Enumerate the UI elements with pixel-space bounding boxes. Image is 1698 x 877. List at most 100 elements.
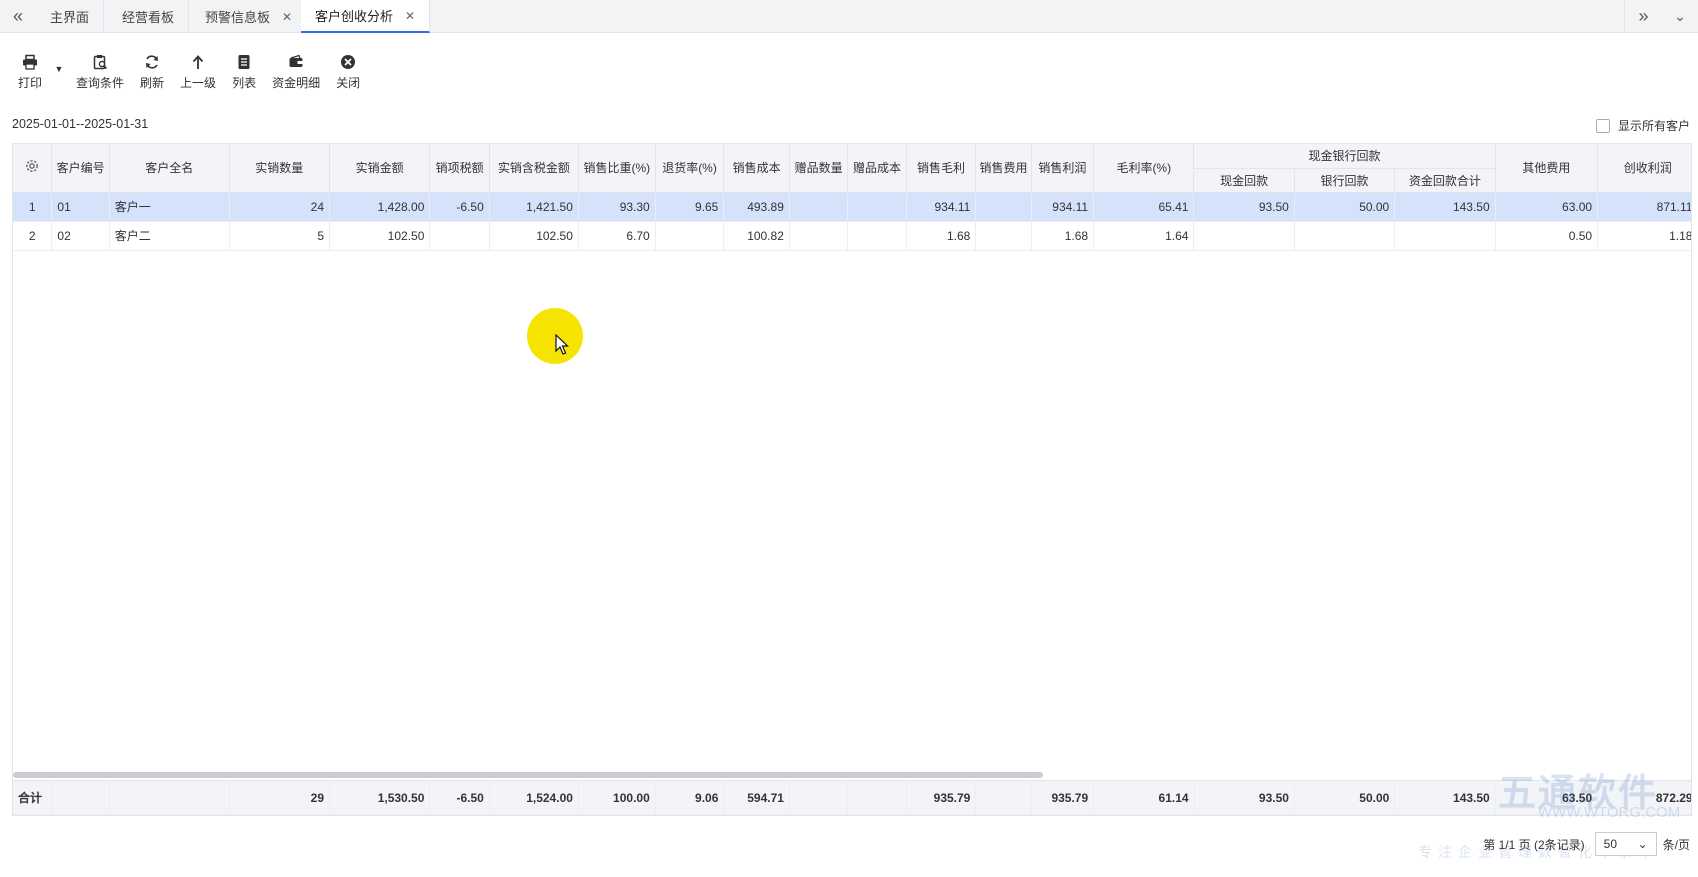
header-total-recv[interactable]: 资金回款合计	[1394, 168, 1496, 193]
list-button[interactable]: 列表	[224, 54, 264, 96]
header-amount[interactable]: 实销金额	[329, 144, 431, 193]
refresh-button[interactable]: 刷新	[132, 54, 172, 96]
header-qty[interactable]: 实销数量	[229, 144, 331, 193]
header-profit[interactable]: 销售利润	[1031, 144, 1095, 193]
cell-cost: 100.82	[723, 221, 790, 251]
header-expense[interactable]: 销售费用	[975, 144, 1032, 193]
header-other[interactable]: 其他费用	[1495, 144, 1599, 193]
cell-cash	[1193, 221, 1295, 251]
cell-profit: 934.11	[1031, 192, 1095, 222]
close-label: 关闭	[336, 76, 361, 90]
cell-cash: 93.50	[1193, 192, 1295, 222]
up-level-label: 上一级	[180, 76, 217, 90]
cell-amount: 102.50	[329, 221, 431, 251]
gear-icon[interactable]	[24, 158, 40, 174]
header-cost[interactable]: 销售成本	[723, 144, 790, 193]
close-circle-icon	[341, 55, 356, 69]
cell-tax: -6.50	[429, 192, 490, 222]
totals-margin: 61.14	[1093, 780, 1195, 815]
header-gift-qty[interactable]: 赠品数量	[789, 144, 849, 193]
show-all-label: 显示所有客户	[1617, 119, 1690, 133]
data-grid: 客户编号 客户全名 实销数量 实销金额 销项税额 实销含税金额 销售比重(%) …	[12, 143, 1692, 816]
refresh-label: 刷新	[140, 76, 165, 90]
cell-gift-cost	[847, 192, 907, 222]
cell-return-rate	[655, 221, 725, 251]
table-row[interactable]: 1 01 客户一 24 1,428.00 -6.50 1,421.50 93.3…	[13, 192, 1691, 222]
close-icon[interactable]: ✕	[282, 10, 292, 24]
totals-profit: 935.79	[1031, 780, 1095, 815]
totals-cash: 93.50	[1194, 780, 1295, 815]
clipboard-search-icon	[93, 55, 108, 70]
cell-gift-cost	[847, 221, 907, 251]
scrollbar-thumb[interactable]	[13, 772, 1043, 778]
header-code[interactable]: 客户编号	[51, 144, 110, 193]
header-earn[interactable]: 创收利润	[1597, 144, 1691, 193]
totals-qty: 29	[229, 780, 331, 815]
cell-tax-amount: 102.50	[489, 221, 579, 251]
totals-bank: 50.00	[1294, 780, 1396, 815]
row-number: 1	[13, 192, 53, 222]
tab-warning-board[interactable]: 预警信息板 ✕	[191, 0, 308, 33]
pager: 第 1/1 页 (2条记录) 50 ⌄ 条/页	[1483, 832, 1690, 856]
table-row[interactable]: 2 02 客户二 5 102.50 102.50 6.70 100.82 1.6…	[13, 221, 1691, 251]
header-tax-amount[interactable]: 实销含税金额	[489, 144, 579, 193]
cell-tax-amount: 1,421.50	[489, 192, 579, 222]
header-bank[interactable]: 银行回款	[1294, 168, 1396, 193]
cell-profit: 1.68	[1031, 221, 1095, 251]
refresh-icon	[146, 55, 159, 69]
cell-qty: 5	[229, 221, 331, 251]
totals-code	[51, 780, 110, 815]
print-dropdown-icon[interactable]: ▼	[50, 54, 68, 96]
print-button[interactable]: 打印	[10, 54, 50, 96]
horizontal-scrollbar[interactable]	[13, 771, 1691, 779]
column-settings-header[interactable]	[13, 144, 53, 193]
close-icon[interactable]: ✕	[405, 9, 415, 23]
header-return-rate[interactable]: 退货率(%)	[655, 144, 725, 193]
show-all-customers-toggle[interactable]: 显示所有客户	[1595, 117, 1690, 134]
tab-business-board[interactable]: 经营看板	[108, 0, 190, 33]
totals-gross: 935.79	[906, 780, 977, 815]
tab-bar: « 主界面 经营看板 预警信息板 ✕ 客户创收分析 ✕ » ⌄	[0, 0, 1698, 33]
header-cash[interactable]: 现金回款	[1193, 168, 1295, 193]
cell-return-rate: 9.65	[655, 192, 725, 222]
header-ratio[interactable]: 销售比重(%)	[578, 144, 656, 193]
totals-tax: -6.50	[429, 780, 490, 815]
list-icon	[238, 55, 250, 69]
fund-detail-button[interactable]: 资金明细	[264, 54, 328, 96]
tab-label: 主界面	[50, 10, 90, 25]
cell-bank	[1294, 221, 1396, 251]
header-margin[interactable]: 毛利率(%)	[1093, 144, 1195, 193]
show-all-checkbox[interactable]	[1595, 118, 1610, 133]
chevron-down-icon[interactable]: ⌄	[1662, 0, 1698, 33]
print-label: 打印	[18, 76, 43, 90]
tab-customer-revenue[interactable]: 客户创收分析 ✕	[301, 0, 431, 33]
header-group-cash-bank: 现金银行回款	[1193, 144, 1496, 169]
tab-home[interactable]: 主界面	[36, 0, 105, 33]
cell-expense	[975, 192, 1032, 222]
tab-scroll-right-icon[interactable]: »	[1624, 0, 1662, 33]
cell-qty: 24	[229, 192, 331, 222]
page-size-select[interactable]: 50 ⌄	[1594, 832, 1657, 856]
query-button[interactable]: 查询条件	[68, 54, 132, 96]
tab-scroll-left-icon[interactable]: «	[0, 0, 36, 33]
cell-earn: 1.18	[1597, 221, 1691, 251]
tab-label: 预警信息板	[205, 10, 271, 25]
totals-row: 合计 29 1,530.50 -6.50 1,524.00 100.00 9.0…	[13, 780, 1691, 815]
cell-margin: 1.64	[1093, 221, 1195, 251]
cell-gross: 1.68	[906, 221, 977, 251]
fund-detail-label: 资金明细	[272, 76, 321, 90]
totals-tax-amount: 1,524.00	[489, 780, 579, 815]
header-tax[interactable]: 销项税额	[429, 144, 490, 193]
cell-name: 客户一	[109, 192, 230, 222]
up-level-button[interactable]: 上一级	[172, 54, 224, 96]
cell-gift-qty	[789, 221, 849, 251]
totals-total-recv: 143.50	[1394, 780, 1496, 815]
printer-icon	[23, 54, 37, 70]
close-button[interactable]: 关闭	[328, 54, 368, 96]
pager-info: 第 1/1 页 (2条记录)	[1483, 837, 1585, 852]
cell-total-recv	[1394, 221, 1496, 251]
header-gross[interactable]: 销售毛利	[906, 144, 977, 193]
cell-amount: 1,428.00	[329, 192, 431, 222]
header-gift-cost[interactable]: 赠品成本	[847, 144, 907, 193]
header-name[interactable]: 客户全名	[109, 144, 230, 193]
